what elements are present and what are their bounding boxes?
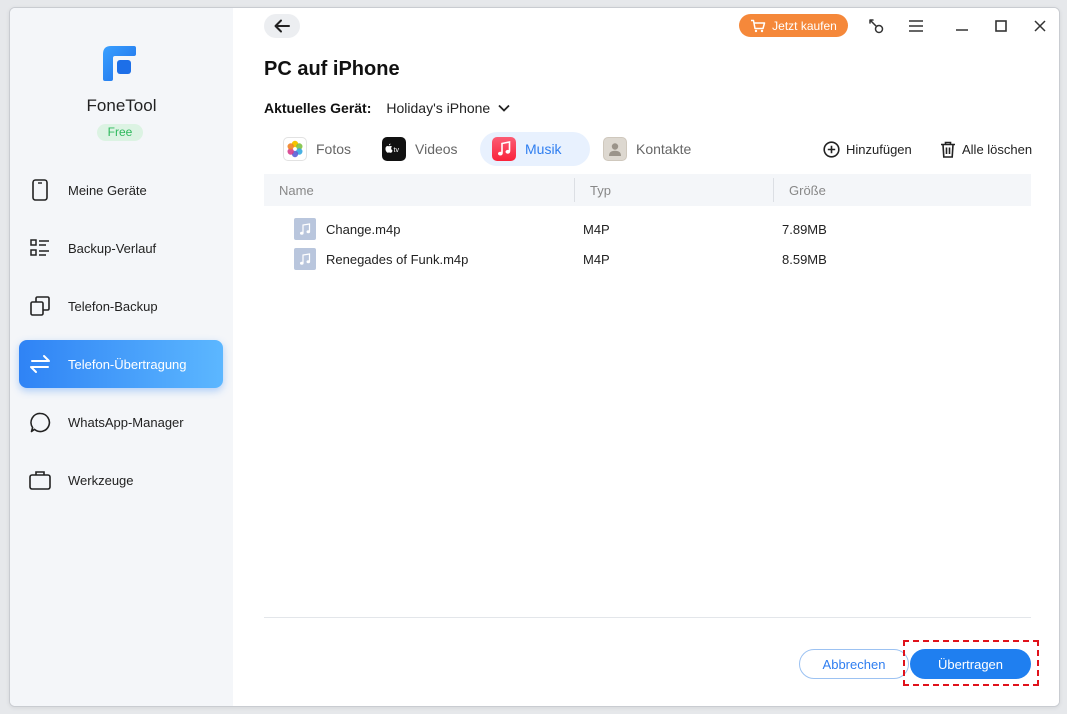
close-button[interactable] xyxy=(1030,16,1050,36)
sidebar-item-werkzeuge[interactable]: Werkzeuge xyxy=(19,456,223,504)
device-label: Aktuelles Gerät: xyxy=(264,100,372,116)
page-title: PC auf iPhone xyxy=(264,58,400,80)
device-select[interactable]: Holiday's iPhone xyxy=(386,100,510,116)
sidebar-item-meine-geraete[interactable]: Meine Geräte xyxy=(19,166,223,214)
maximize-button[interactable] xyxy=(991,16,1011,36)
contacts-icon xyxy=(603,137,627,161)
minimize-button[interactable] xyxy=(952,16,972,36)
tab-musik[interactable]: Musik xyxy=(480,132,590,166)
minimize-icon xyxy=(956,29,968,31)
file-table: Name Typ Größe Change.m4p M4P 7.89MB Ren… xyxy=(264,174,1031,274)
music-file-icon xyxy=(294,218,316,240)
close-icon xyxy=(1034,20,1046,32)
tab-videos[interactable]: tv Videos xyxy=(370,132,480,166)
sidebar-item-label: Meine Geräte xyxy=(68,182,147,198)
transfer-icon xyxy=(29,353,51,375)
appletv-icon: tv xyxy=(382,137,406,161)
column-divider[interactable] xyxy=(773,178,774,202)
sidebar: FoneTool Free Meine Geräte Backup-Verlau… xyxy=(10,8,233,706)
sidebar-item-label: Backup-Verlauf xyxy=(68,240,157,256)
menu-button[interactable] xyxy=(906,16,926,36)
plus-circle-icon xyxy=(823,141,840,158)
file-size: 8.59MB xyxy=(782,252,827,267)
key-icon xyxy=(869,19,884,34)
tab-kontakte[interactable]: Kontakte xyxy=(591,132,701,166)
device-row: Aktuelles Gerät: Holiday's iPhone xyxy=(264,100,510,116)
buy-now-button[interactable]: Jetzt kaufen xyxy=(739,14,848,37)
cart-icon xyxy=(751,19,766,32)
transfer-button[interactable]: Übertragen xyxy=(910,649,1031,679)
chevron-down-icon xyxy=(498,104,510,112)
file-name: Change.m4p xyxy=(326,222,401,237)
app-name: FoneTool xyxy=(86,96,157,115)
music-icon xyxy=(492,137,516,161)
tab-fotos[interactable]: Fotos xyxy=(271,132,369,166)
list-icon xyxy=(29,237,51,259)
footer-divider xyxy=(264,617,1031,618)
tab-label: Kontakte xyxy=(636,141,692,157)
fonetool-logo-icon xyxy=(103,46,136,81)
device-value: Holiday's iPhone xyxy=(386,100,491,116)
app-window: FoneTool Free Meine Geräte Backup-Verlau… xyxy=(9,7,1060,707)
sidebar-item-telefon-backup[interactable]: Telefon-Backup xyxy=(19,282,223,330)
key-button[interactable] xyxy=(866,16,886,36)
tab-label: Musik xyxy=(525,141,562,157)
svg-text:tv: tv xyxy=(394,147,400,154)
file-size: 7.89MB xyxy=(782,222,827,237)
column-header-size[interactable]: Größe xyxy=(789,183,826,198)
trash-icon xyxy=(941,141,955,158)
tab-label: Fotos xyxy=(316,141,352,157)
toolbox-icon xyxy=(29,469,51,491)
sidebar-item-backup-verlauf[interactable]: Backup-Verlauf xyxy=(19,224,223,272)
column-header-type[interactable]: Typ xyxy=(590,183,611,198)
clear-all-label: Alle löschen xyxy=(962,142,1033,157)
music-file-icon xyxy=(294,248,316,270)
table-row[interactable]: Renegades of Funk.m4p M4P 8.59MB xyxy=(264,244,1031,274)
arrow-left-icon xyxy=(274,19,290,33)
phone-icon xyxy=(29,179,51,201)
table-row[interactable]: Change.m4p M4P 7.89MB xyxy=(264,214,1031,244)
add-label: Hinzufügen xyxy=(846,142,912,157)
sidebar-nav: Meine Geräte Backup-Verlauf Telefon-Back… xyxy=(19,166,223,514)
hamburger-menu-icon xyxy=(909,20,923,32)
main-panel: Jetzt kaufen PC auf iPhone Aktuelles Ger… xyxy=(233,8,1059,706)
sidebar-item-label: Telefon-Übertragung xyxy=(68,356,187,372)
column-divider[interactable] xyxy=(574,178,575,202)
free-badge: Free xyxy=(97,124,143,141)
add-button[interactable]: Hinzufügen xyxy=(823,141,912,158)
chat-icon xyxy=(29,411,51,433)
sidebar-item-whatsapp-manager[interactable]: WhatsApp-Manager xyxy=(19,398,223,446)
file-name: Renegades of Funk.m4p xyxy=(326,252,469,267)
table-header: Name Typ Größe xyxy=(264,174,1031,206)
sidebar-item-label: WhatsApp-Manager xyxy=(68,414,184,430)
copy-icon xyxy=(29,295,51,317)
maximize-icon xyxy=(995,20,1007,32)
clear-all-button[interactable]: Alle löschen xyxy=(940,141,1032,158)
buy-now-label: Jetzt kaufen xyxy=(772,18,837,33)
tab-label: Videos xyxy=(415,141,458,157)
cancel-button[interactable]: Abbrechen xyxy=(799,649,909,679)
column-header-name[interactable]: Name xyxy=(279,183,314,198)
sidebar-item-telefon-uebertragung[interactable]: Telefon-Übertragung xyxy=(19,340,223,388)
photos-icon xyxy=(283,137,307,161)
file-type: M4P xyxy=(583,222,610,237)
sidebar-item-label: Werkzeuge xyxy=(68,472,134,488)
back-button[interactable] xyxy=(264,14,300,38)
file-type: M4P xyxy=(583,252,610,267)
sidebar-item-label: Telefon-Backup xyxy=(68,298,158,314)
